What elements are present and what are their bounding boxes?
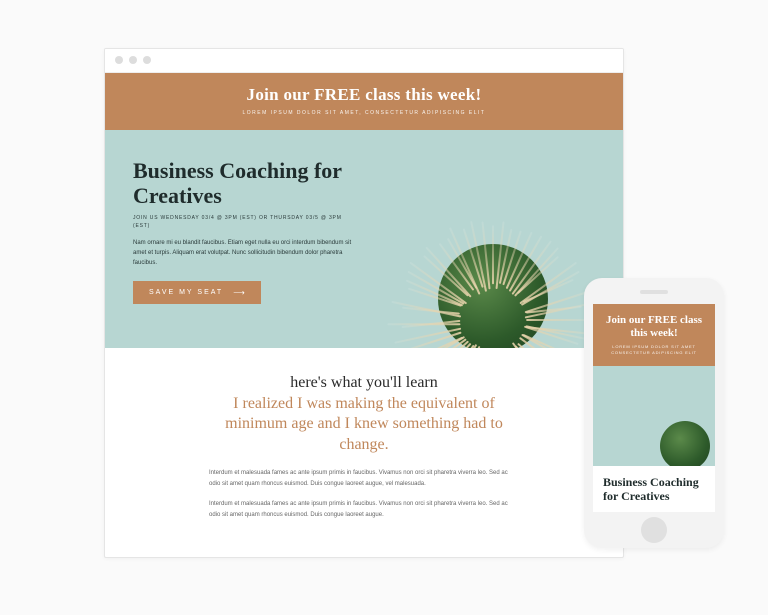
phone-banner-subtitle: LOREM IPSUM DOLOR SIT AMET CONSECTETUR A… xyxy=(601,344,707,356)
phone-speaker xyxy=(640,290,668,294)
cactus-image xyxy=(403,198,583,348)
learn-section: here's what you'll learn I realized I wa… xyxy=(105,348,623,542)
browser-titlebar xyxy=(105,49,623,73)
window-dot xyxy=(143,56,151,64)
hero-title: Business Coaching for Creatives xyxy=(133,158,357,209)
phone-mockup: Join our FREE class this week! LOREM IPS… xyxy=(584,278,724,548)
phone-hero-title-wrap: Business Coaching for Creatives xyxy=(593,466,715,504)
learn-paragraph: Interdum et malesuada fames ac ante ipsu… xyxy=(209,468,519,490)
hero-section: Business Coaching for Creatives JOIN US … xyxy=(105,130,623,348)
learn-headline: I realized I was making the equivalent o… xyxy=(204,394,524,456)
arrow-icon: ⟶ xyxy=(233,288,244,297)
phone-promo-banner[interactable]: Join our FREE class this week! LOREM IPS… xyxy=(593,304,715,366)
phone-home-button[interactable] xyxy=(641,517,667,543)
phone-screen: Join our FREE class this week! LOREM IPS… xyxy=(593,304,715,512)
promo-banner[interactable]: Join our FREE class this week! LOREM IPS… xyxy=(105,73,623,130)
banner-title: Join our FREE class this week! xyxy=(115,85,613,105)
window-dot xyxy=(115,56,123,64)
learn-script: here's what you'll learn xyxy=(165,374,563,392)
hero-paragraph: Nam ornare mi eu blandit faucibus. Etiam… xyxy=(133,238,357,269)
browser-window: Join our FREE class this week! LOREM IPS… xyxy=(104,48,624,558)
window-dot xyxy=(129,56,137,64)
banner-subtitle: LOREM IPSUM DOLOR SIT AMET, CONSECTETUR … xyxy=(115,110,613,116)
cactus-image xyxy=(645,401,715,466)
hero-meta: JOIN US WEDNESDAY 03/4 @ 3PM (EST) OR TH… xyxy=(133,214,357,230)
save-seat-button[interactable]: SAVE MY SEAT ⟶ xyxy=(133,281,261,304)
phone-hero-title: Business Coaching for Creatives xyxy=(603,476,705,504)
cta-label: SAVE MY SEAT xyxy=(149,289,223,296)
phone-banner-title: Join our FREE class this week! xyxy=(601,314,707,340)
learn-paragraph: Interdum et malesuada fames ac ante ipsu… xyxy=(209,499,519,521)
preview-stage: Join our FREE class this week! LOREM IPS… xyxy=(104,48,664,568)
phone-hero xyxy=(593,366,715,466)
